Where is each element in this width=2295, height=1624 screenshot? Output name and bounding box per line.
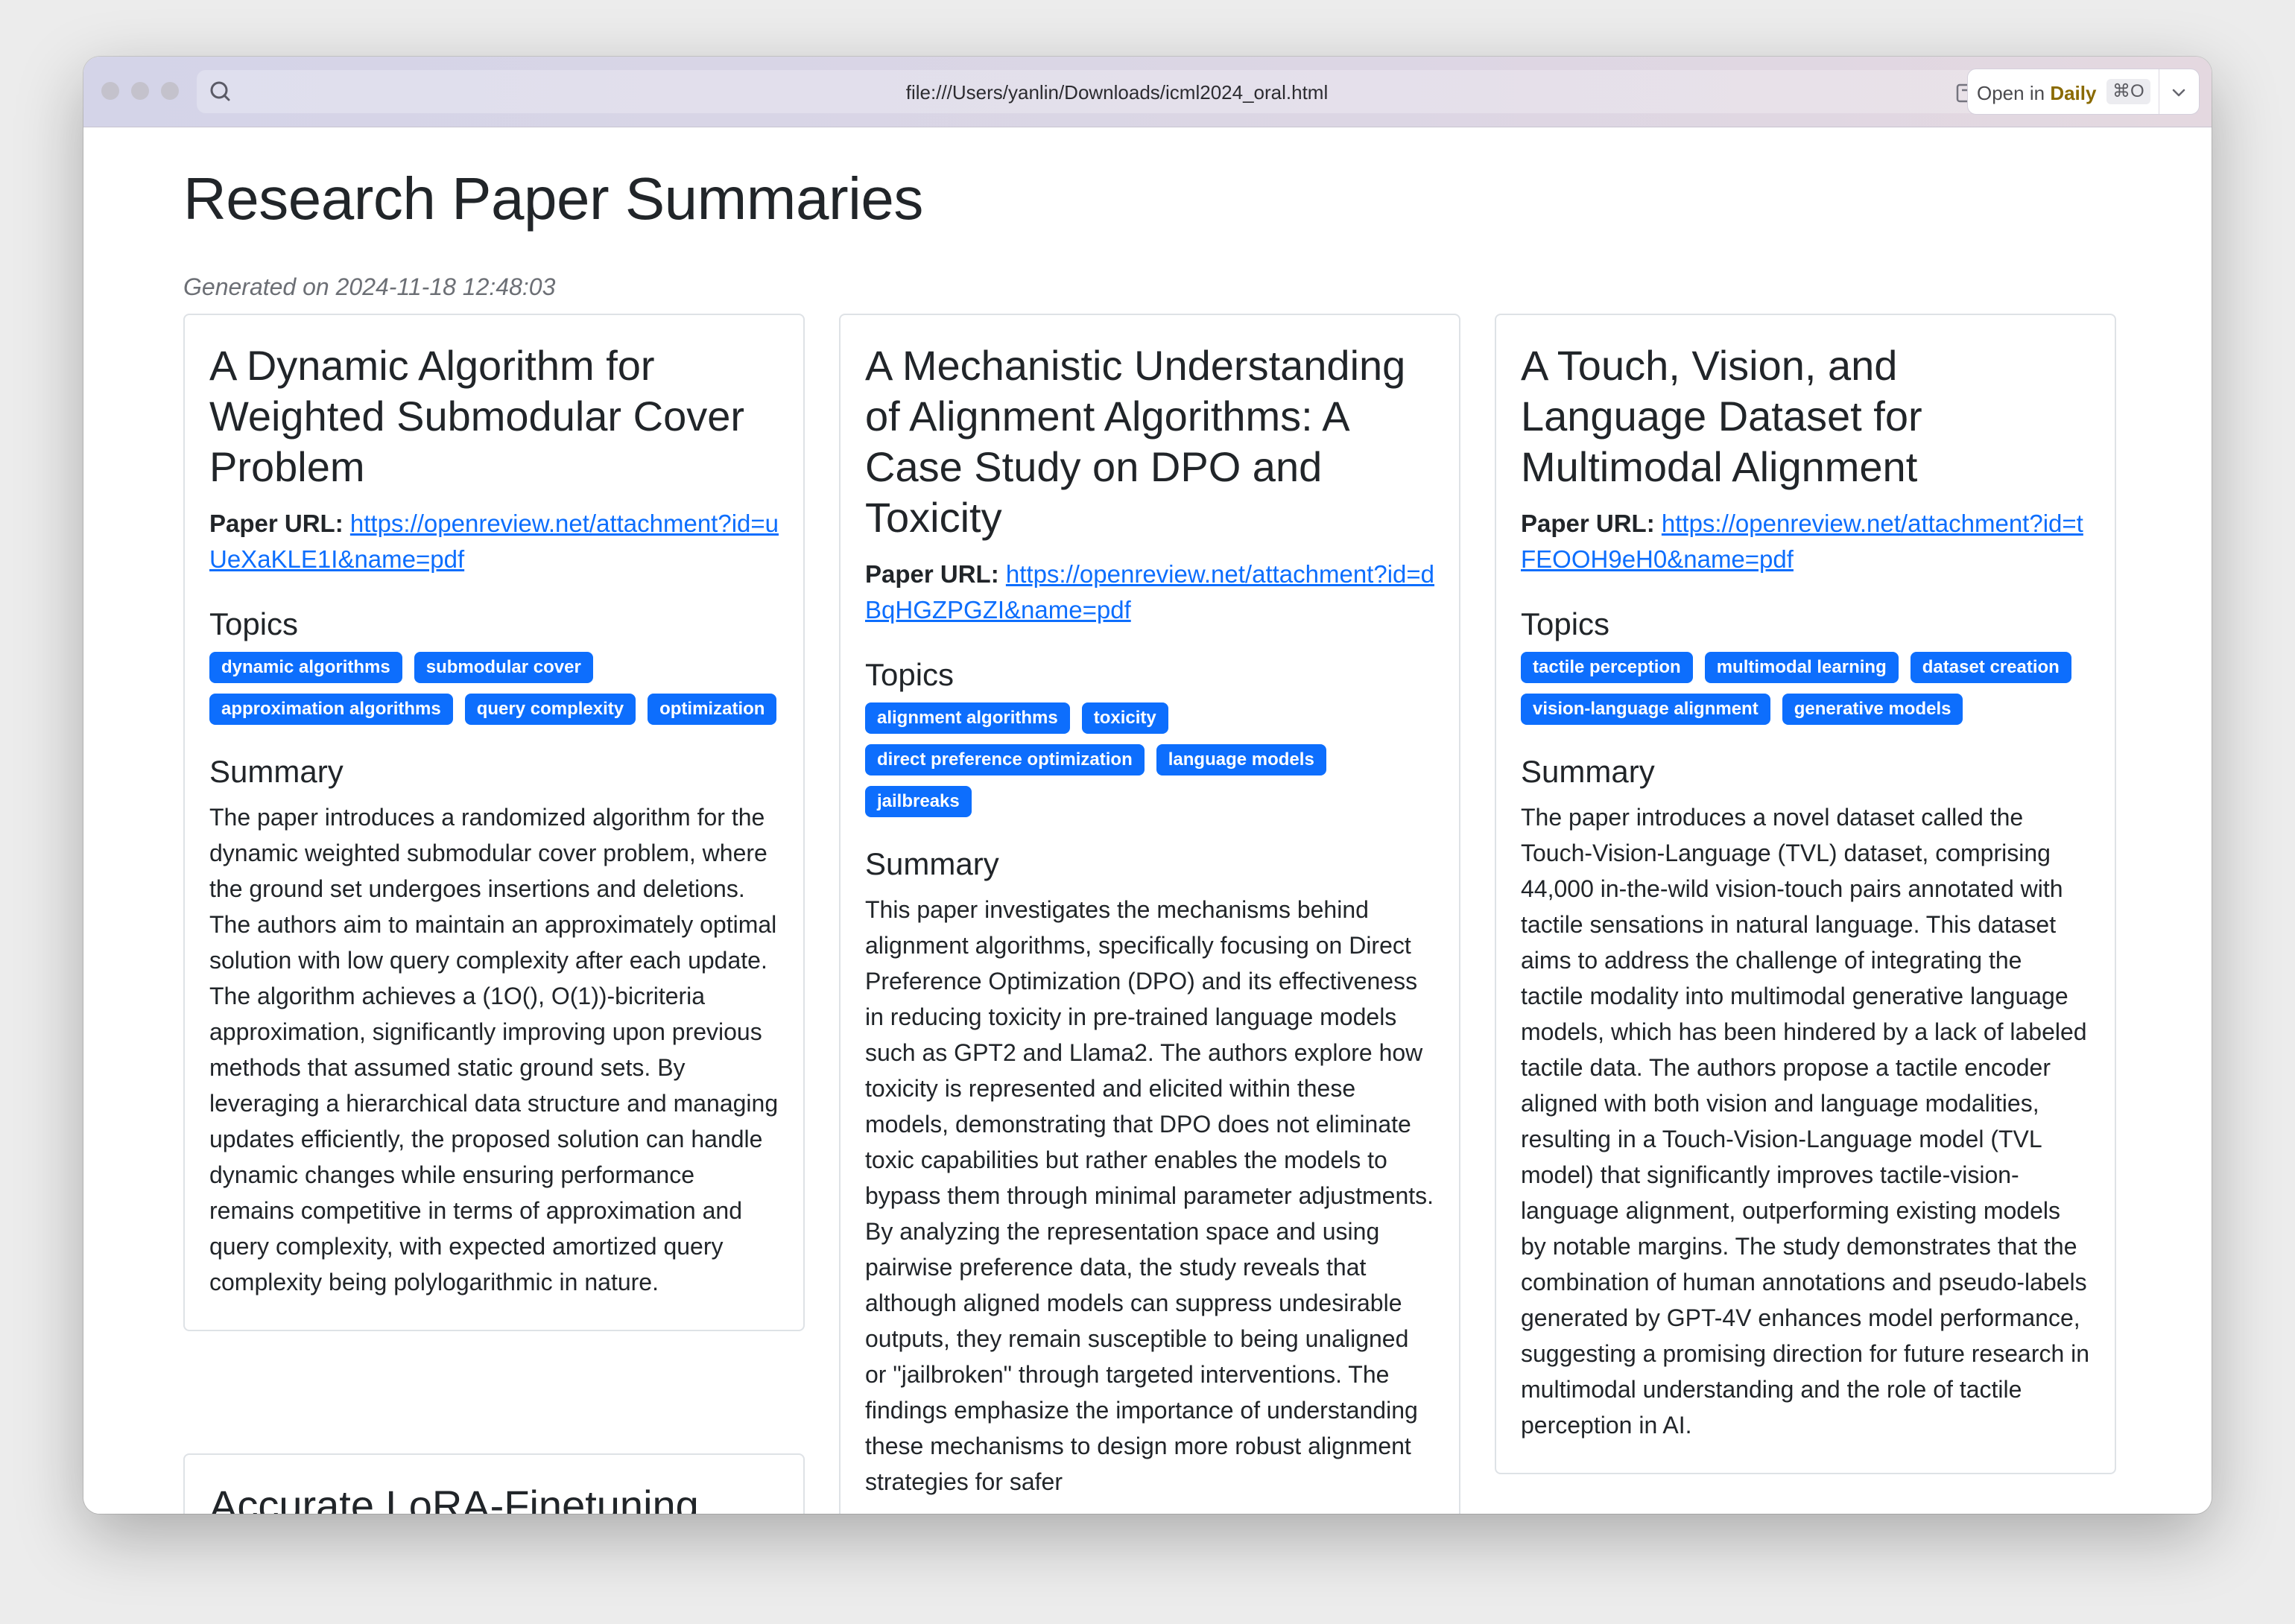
topic-badges: alignment algorithms toxicity direct pre… xyxy=(865,702,1434,817)
topic-badge: direct preference optimization xyxy=(865,744,1145,775)
paper-card: Accurate LoRA-Finetuning xyxy=(183,1453,805,1514)
paper-card: A Mechanistic Understanding of Alignment… xyxy=(839,314,1460,1514)
window-close-button[interactable] xyxy=(101,82,119,100)
open-shortcut-badge: ⌘O xyxy=(2106,79,2150,104)
browser-toolbar: file:///Users/yanlin/Downloads/icml2024_… xyxy=(83,57,2212,127)
summary-heading: Summary xyxy=(1521,754,1655,789)
paper-url-line: Paper URL: https://openreview.net/attach… xyxy=(209,506,779,577)
topic-badge: multimodal learning xyxy=(1704,652,1899,683)
paper-summary: This paper investigates the mechanisms b… xyxy=(865,896,1434,1495)
topic-badges: tactile perception multimodal learning d… xyxy=(1521,652,2090,725)
topic-badge: jailbreaks xyxy=(865,786,972,817)
paper-url-line: Paper URL: https://openreview.net/attach… xyxy=(1521,506,2090,577)
topics-heading: Topics xyxy=(865,657,955,692)
topic-badge: query complexity xyxy=(464,694,636,725)
paper-url-line: Paper URL: https://openreview.net/attach… xyxy=(865,556,1434,628)
topic-badge: submodular cover xyxy=(414,652,593,683)
paper-title: A Touch, Vision, and Language Dataset fo… xyxy=(1521,342,1922,490)
paper-url-label: Paper URL: xyxy=(1521,510,1655,537)
topic-badges: dynamic algorithms submodular cover appr… xyxy=(209,652,779,725)
topic-badge: optimization xyxy=(648,694,777,725)
paper-title: Accurate LoRA-Finetuning xyxy=(209,1482,699,1514)
topic-badge: toxicity xyxy=(1081,702,1168,734)
open-in-app-button[interactable]: Open in Daily ⌘O xyxy=(1967,69,2200,115)
topic-badge: approximation algorithms xyxy=(209,694,453,725)
paper-summary: The paper introduces a novel dataset cal… xyxy=(1521,804,2090,1439)
open-in-app-name: Daily xyxy=(2050,82,2097,104)
address-bar[interactable]: file:///Users/yanlin/Downloads/icml2024_… xyxy=(197,70,2037,113)
browser-window: file:///Users/yanlin/Downloads/icml2024_… xyxy=(83,57,2212,1514)
chevron-down-icon[interactable] xyxy=(2171,86,2187,103)
paper-card: A Dynamic Algorithm for Weighted Submodu… xyxy=(183,314,805,1331)
window-zoom-button[interactable] xyxy=(161,82,179,100)
topic-badge: dynamic algorithms xyxy=(209,652,402,683)
topics-heading: Topics xyxy=(209,606,299,641)
topic-badge: language models xyxy=(1156,744,1326,775)
paper-card: A Touch, Vision, and Language Dataset fo… xyxy=(1495,314,2116,1474)
topic-badge: dataset creation xyxy=(1910,652,2071,683)
summary-heading: Summary xyxy=(865,846,999,881)
generated-timestamp: Generated on 2024-11-18 12:48:03 xyxy=(183,273,556,300)
paper-url-label: Paper URL: xyxy=(865,560,999,588)
topic-badge: tactile perception xyxy=(1521,652,1693,683)
window-minimize-button[interactable] xyxy=(131,82,149,100)
paper-summary: The paper introduces a randomized algori… xyxy=(209,804,779,1295)
paper-title: A Dynamic Algorithm for Weighted Submodu… xyxy=(209,342,745,490)
page-title: Research Paper Summaries xyxy=(183,165,923,232)
url-text[interactable]: file:///Users/yanlin/Downloads/icml2024_… xyxy=(197,81,2037,104)
topic-badge: alignment algorithms xyxy=(865,702,1070,734)
topics-heading: Topics xyxy=(1521,606,1610,641)
paper-url-label: Paper URL: xyxy=(209,510,344,537)
topic-badge: generative models xyxy=(1782,694,1963,725)
topic-badge: vision-language alignment xyxy=(1521,694,1770,725)
open-in-label: Open in Daily xyxy=(1977,82,2097,104)
page-content[interactable]: Research Paper Summaries Generated on 20… xyxy=(83,127,2212,1514)
summary-heading: Summary xyxy=(209,754,344,789)
paper-title: A Mechanistic Understanding of Alignment… xyxy=(865,342,1406,541)
